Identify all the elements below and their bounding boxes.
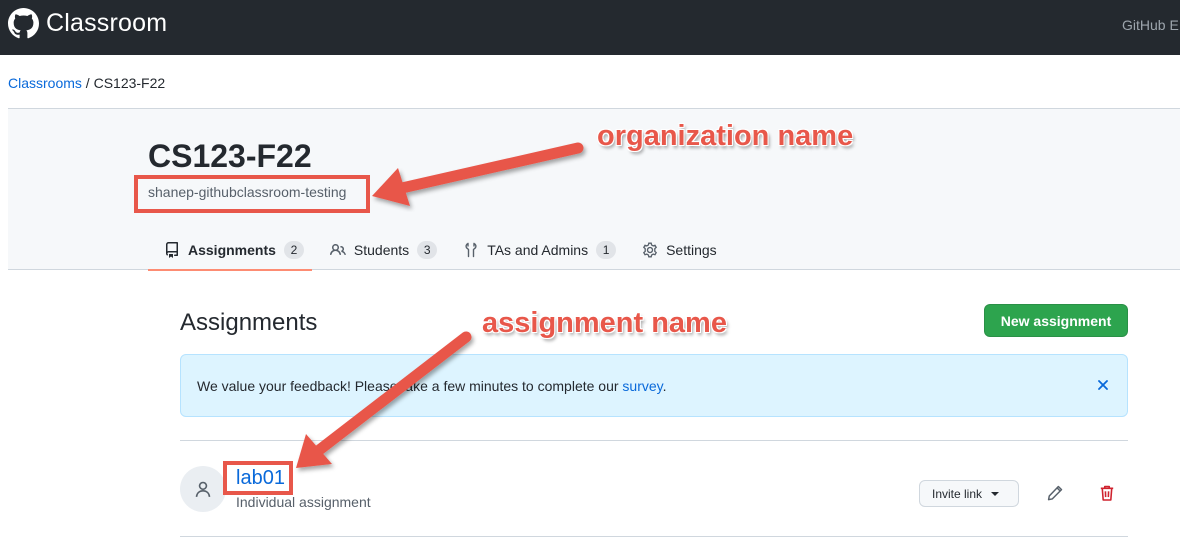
tab-settings-label: Settings (666, 242, 717, 258)
repo-icon (166, 242, 178, 258)
invite-link-dropdown[interactable]: Invite link (919, 480, 1019, 507)
tab-tas-and-admins[interactable]: TAs and Admins 1 (445, 230, 624, 270)
people-icon (329, 243, 346, 256)
github-enterprise-link[interactable]: GitHub E (1122, 17, 1179, 33)
tab-tas-and-admins-label: TAs and Admins (487, 242, 589, 258)
classroom-title: CS123-F22 (148, 138, 312, 174)
tab-assignments[interactable]: Assignments 2 (148, 230, 312, 271)
feedback-banner: We value your feedback! Please take a fe… (180, 354, 1128, 417)
gear-icon (643, 242, 658, 258)
breadcrumb: Classrooms / CS123-F22 (8, 75, 165, 91)
breadcrumb-classrooms-link[interactable]: Classrooms (8, 75, 82, 91)
tab-settings[interactable]: Settings (624, 230, 725, 270)
top-navigation-bar: Classroom GitHub E (0, 0, 1180, 55)
list-top-divider (180, 440, 1128, 441)
close-icon[interactable] (1095, 377, 1111, 393)
tools-icon (465, 242, 477, 258)
tab-assignments-count: 2 (283, 241, 304, 259)
tab-students-label: Students (353, 242, 410, 258)
tab-assignments-label: Assignments (188, 242, 276, 258)
assignment-highlight-box (223, 461, 293, 495)
person-icon (195, 481, 211, 498)
organization-highlight-box (134, 175, 370, 213)
individual-assignment-avatar (180, 466, 226, 512)
invite-link-label: Invite link (932, 486, 983, 501)
assignment-type: Individual assignment (236, 494, 371, 510)
list-bottom-divider (180, 536, 1128, 537)
app-title: Classroom (46, 9, 168, 37)
assignment-name-annotation: assignment name (482, 307, 727, 339)
github-logo-icon (8, 8, 39, 39)
brand-link[interactable]: Classroom (8, 8, 167, 39)
tab-students[interactable]: Students 3 (312, 230, 445, 270)
trash-icon[interactable] (1098, 484, 1116, 502)
classroom-tabs: Assignments 2 Students 3 TAs and Admins … (148, 230, 725, 271)
feedback-text-end: . (662, 378, 667, 394)
breadcrumb-separator: / (81, 75, 94, 91)
feedback-text: We value your feedback! Please take a fe… (197, 378, 623, 394)
annotation-arrows (296, 142, 584, 468)
survey-link[interactable]: survey (622, 378, 662, 394)
assignments-heading: Assignments (180, 309, 318, 336)
organization-name-annotation: organization name (597, 120, 854, 152)
caret-down-icon (991, 491, 1000, 496)
feedback-message: We value your feedback! Please take a fe… (197, 378, 667, 394)
tab-students-count: 3 (417, 241, 438, 259)
pencil-icon[interactable] (1046, 484, 1064, 502)
breadcrumb-current: CS123-F22 (93, 75, 166, 91)
new-assignment-button[interactable]: New assignment (984, 304, 1128, 337)
tab-tas-and-admins-count: 1 (596, 241, 617, 259)
